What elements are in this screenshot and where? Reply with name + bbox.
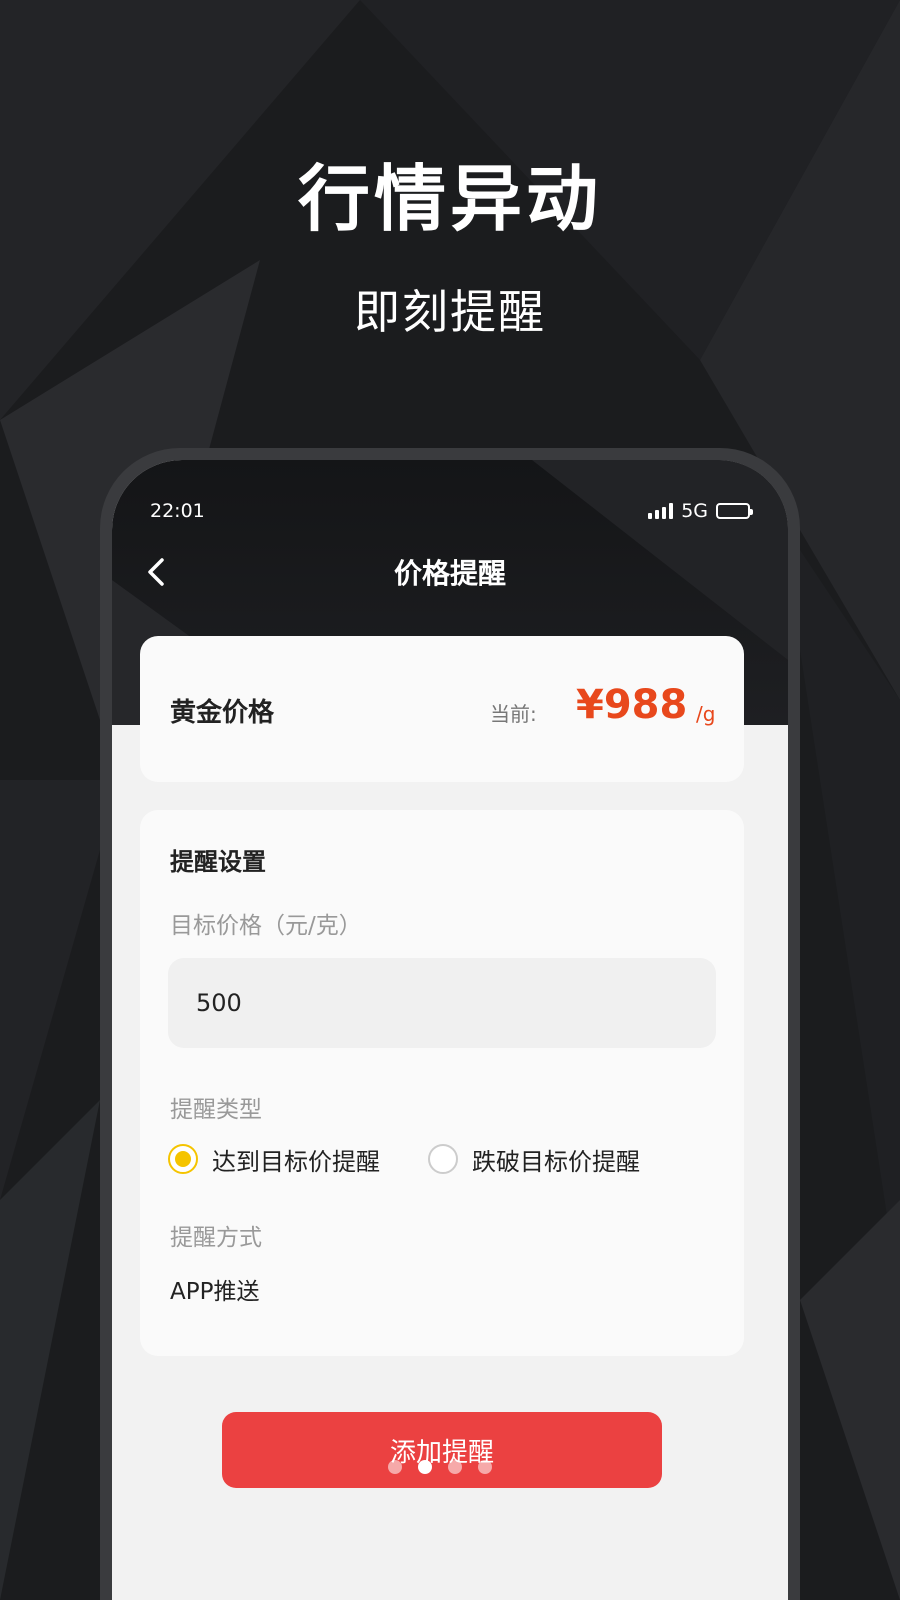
network-type: 5G xyxy=(681,500,708,522)
phone-frame: 22:01 5G 价格提醒 黄金价格 当前: ¥988 /g 提醒设置 目标价格… xyxy=(100,448,800,1600)
page-title: 价格提醒 xyxy=(393,557,506,590)
radio-reach-target[interactable]: 达到目标价提醒 xyxy=(168,1142,380,1176)
alert-method-label: 提醒方式 xyxy=(170,1225,262,1251)
carousel-dot[interactable] xyxy=(448,1460,462,1474)
settings-card: 提醒设置 目标价格（元/克） 提醒类型 达到目标价提醒 跌破目标价提醒 提醒方式… xyxy=(140,810,744,1356)
radio-label: 达到目标价提醒 xyxy=(212,1147,380,1176)
carousel-dots xyxy=(388,1460,492,1474)
status-indicators: 5G xyxy=(648,500,753,522)
settings-title: 提醒设置 xyxy=(170,848,266,876)
alert-method-value: APP推送 xyxy=(170,1279,260,1305)
alert-type-label: 提醒类型 xyxy=(170,1097,262,1123)
price-unit: /g xyxy=(696,702,716,726)
promo-headline: 行情异动 xyxy=(297,157,602,241)
battery-icon xyxy=(716,503,753,519)
promo-subheadline: 即刻提醒 xyxy=(354,285,546,339)
price-card: 黄金价格 当前: ¥988 /g xyxy=(140,636,744,782)
status-time: 22:01 xyxy=(150,500,205,522)
phone-screen: 22:01 5G 价格提醒 黄金价格 当前: ¥988 /g 提醒设置 目标价格… xyxy=(112,460,788,1600)
radio-label: 跌破目标价提醒 xyxy=(472,1147,640,1176)
signal-icon xyxy=(648,503,674,519)
current-price-label: 当前: xyxy=(490,702,537,726)
target-price-label: 目标价格（元/克） xyxy=(170,913,362,939)
price-card-label: 黄金价格 xyxy=(170,698,275,728)
current-price-value: ¥988 xyxy=(576,682,688,728)
radio-checked-icon[interactable] xyxy=(168,1144,198,1174)
status-bar: 22:01 5G xyxy=(112,500,788,530)
nav-bar: 价格提醒 xyxy=(112,542,788,602)
target-price-input[interactable] xyxy=(168,958,716,1048)
radio-unchecked-icon[interactable] xyxy=(428,1144,458,1174)
add-alert-button[interactable]: 添加提醒 xyxy=(222,1412,662,1488)
carousel-dot[interactable] xyxy=(478,1460,492,1474)
carousel-dot[interactable] xyxy=(418,1460,432,1474)
radio-break-target[interactable]: 跌破目标价提醒 xyxy=(428,1142,640,1176)
carousel-dot[interactable] xyxy=(388,1460,402,1474)
